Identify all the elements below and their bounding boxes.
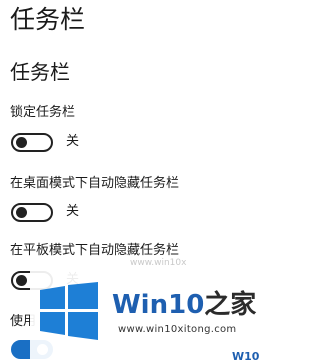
autohide-desktop-state: 关	[66, 204, 80, 219]
lock-taskbar-state: 关	[66, 134, 80, 149]
lock-taskbar-toggle[interactable]	[11, 133, 53, 152]
lock-taskbar-label: 锁定任务栏	[10, 105, 76, 120]
toggle-knob	[16, 275, 27, 286]
autohide-desktop-toggle[interactable]	[11, 203, 53, 222]
autohide-desktop-label: 在桌面模式下自动隐藏任务栏	[10, 176, 180, 191]
toggle-knob	[16, 137, 27, 148]
page-title: 任务栏	[10, 5, 86, 34]
watermark-url: www.win10xitong.com	[118, 324, 237, 335]
toggle-knob	[16, 207, 27, 218]
watermark-faint-text: www.win10x	[130, 258, 187, 268]
watermark-corner-text: W10	[232, 350, 260, 363]
section-title: 任务栏	[10, 60, 70, 84]
watermark-brand-prefix: Win10	[112, 290, 205, 320]
windows-logo-icon	[40, 282, 98, 340]
watermark-brand: Win10之家	[112, 290, 256, 320]
watermark-brand-suffix: 之家	[204, 290, 257, 320]
